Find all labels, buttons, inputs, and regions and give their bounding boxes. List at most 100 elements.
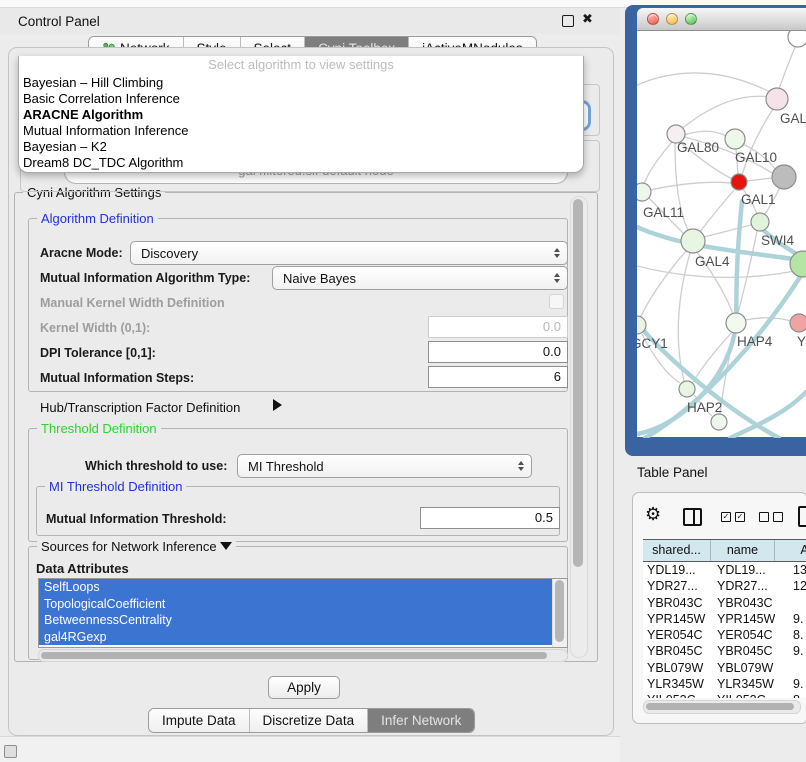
column-header-a[interactable]: A <box>775 540 806 561</box>
close-panel-button[interactable]: ✖ <box>582 11 593 27</box>
node-label-gal11: GAL11 <box>643 205 684 220</box>
table-cell: YIL052C <box>711 692 775 698</box>
network-canvas: GALGAL80GAL10GAL1GAL11SWI4GAL4GCY1HAP4YH… <box>637 31 806 438</box>
float-window-button[interactable] <box>562 15 574 27</box>
aracne-mode-value: Discovery <box>131 246 198 261</box>
settings-scrollbar-thumb[interactable] <box>573 199 583 567</box>
node-gal4[interactable] <box>681 229 705 253</box>
close-window-icon[interactable] <box>647 13 659 25</box>
attribute-item-gal4rgexp[interactable]: gal4RGexp <box>39 629 552 646</box>
attribute-item-topologicalcoefficient[interactable]: TopologicalCoefficient <box>39 596 552 613</box>
tab-discretize-data[interactable]: Discretize Data <box>249 709 368 732</box>
table-row[interactable]: YDR27...YDR27...12 <box>643 578 806 594</box>
table-row[interactable]: YBR045CYBR045C9. <box>643 643 806 659</box>
node-gal11[interactable] <box>637 183 651 201</box>
node-y[interactable] <box>790 314 806 332</box>
attribute-item-selfloops[interactable]: SelfLoops <box>39 579 552 596</box>
table-row[interactable]: YER054CYER054C8. <box>643 627 806 643</box>
node-gal[interactable] <box>766 88 788 110</box>
apply-button[interactable]: Apply <box>268 676 340 699</box>
table-hscrollbar[interactable] <box>643 700 801 714</box>
hub-definition-label[interactable]: Hub/Transcription Factor Definition <box>40 400 240 415</box>
node-label-gal10: GAL10 <box>735 150 777 165</box>
tab-infer-network[interactable]: Infer Network <box>367 709 474 732</box>
mi-steps-input[interactable]: 6 <box>428 366 568 388</box>
dpi-tolerance-input[interactable]: 0.0 <box>428 341 568 363</box>
network-canvas-container[interactable]: GALGAL80GAL10GAL1GAL11SWI4GAL4GCY1HAP4YH… <box>637 31 806 437</box>
zoom-window-icon[interactable] <box>685 13 697 25</box>
attribute-item-betweennesscentrality[interactable]: BetweennessCentrality <box>39 612 552 629</box>
table-row[interactable]: YDL19...YDL19...13 <box>643 562 806 578</box>
network-window-titlebar[interactable] <box>637 8 806 31</box>
table-cell <box>775 660 806 676</box>
data-attributes-list[interactable]: SelfLoopsTopologicalCoefficientBetweenne… <box>38 578 568 648</box>
table-cell: YER054C <box>711 627 775 643</box>
deselect-all-checkboxes-icon[interactable] <box>759 512 783 522</box>
tool-panel-icon[interactable] <box>4 745 17 758</box>
manual-kernel-width-checkbox[interactable] <box>549 294 564 309</box>
aracne-mode-label: Aracne Mode: <box>40 246 123 260</box>
node[interactable] <box>790 251 806 277</box>
table-row[interactable]: YBL079WYBL079W <box>643 660 806 676</box>
algorithm-option-bayesian-hill-climbing[interactable]: Bayesian – Hill Climbing <box>19 75 583 91</box>
algorithm-option-dream8-dc-tdc-algorithm[interactable]: Dream8 DC_TDC Algorithm <box>19 155 583 171</box>
node-gal10[interactable] <box>725 129 745 149</box>
table-cell: YER054C <box>643 627 711 643</box>
table-cell: YBR045C <box>711 643 775 659</box>
table-cell: YBR045C <box>643 643 711 659</box>
attributes-hscrollbar[interactable] <box>38 649 568 662</box>
collapse-arrow-icon[interactable] <box>220 542 232 550</box>
attributes-hscrollbar-thumb[interactable] <box>41 652 547 659</box>
node[interactable] <box>711 414 727 430</box>
table-row[interactable]: YIL052CYIL052C8. <box>643 692 806 698</box>
table-hscrollbar-thumb[interactable] <box>646 703 794 710</box>
table-row[interactable]: YBR043CYBR043C <box>643 595 806 611</box>
spinner-arrows-icon <box>554 248 560 258</box>
table-cell: YIL052C <box>643 692 711 698</box>
aracne-mode-select[interactable]: Discovery <box>130 241 568 265</box>
table-body: YDL19...YDL19...13YDR27...YDR27...12YBR0… <box>643 562 806 698</box>
table-cell: YDL19... <box>711 562 775 578</box>
node-hap4[interactable] <box>726 313 746 333</box>
table-cell: YBL079W <box>711 660 775 676</box>
algorithm-option-aracne-algorithm[interactable]: ARACNE Algorithm <box>19 107 583 123</box>
select-all-checkboxes-icon[interactable]: ✓✓ <box>721 512 745 522</box>
node-label-gal4: GAL4 <box>695 254 730 269</box>
threshold-definition-title: Threshold Definition <box>37 421 161 436</box>
node[interactable] <box>788 31 806 47</box>
columns-icon[interactable] <box>683 508 702 526</box>
network-window[interactable]: GALGAL80GAL10GAL1GAL11SWI4GAL4GCY1HAP4YH… <box>625 5 806 456</box>
node-hap2[interactable] <box>679 381 695 397</box>
settings-scrollbar[interactable] <box>570 196 588 658</box>
table-cell: 13 <box>775 562 806 578</box>
attributes-vscrollbar-thumb[interactable] <box>555 580 564 642</box>
new-table-icon[interactable] <box>798 506 806 527</box>
tab-impute-data[interactable]: Impute Data <box>149 709 249 732</box>
expand-arrow-icon[interactable] <box>273 399 282 411</box>
minimize-window-icon[interactable] <box>666 13 678 25</box>
algorithm-option-basic-correlation-inference[interactable]: Basic Correlation Inference <box>19 91 583 107</box>
column-header-name[interactable]: name <box>711 540 775 561</box>
gear-icon[interactable]: ⚙ <box>645 505 661 523</box>
algorithm-option-bayesian-k2[interactable]: Bayesian – K2 <box>19 139 583 155</box>
table-row[interactable]: YPR145WYPR145W9. <box>643 611 806 627</box>
bottom-tabbar: Impute DataDiscretize DataInfer Network <box>148 708 475 733</box>
algorithm-option-mutual-information-inference[interactable]: Mutual Information Inference <box>19 123 583 139</box>
algorithm-definition-title: Algorithm Definition <box>37 211 158 226</box>
node[interactable] <box>772 165 796 189</box>
node-label-gcy1: GCY1 <box>637 336 668 351</box>
node-swi4[interactable] <box>751 213 769 231</box>
mi-algorithm-type-select[interactable]: Naive Bayes <box>272 266 568 290</box>
table-cell: 9. <box>775 611 806 627</box>
node-label-hap2: HAP2 <box>687 400 722 415</box>
mi-threshold-input[interactable]: 0.5 <box>420 507 560 529</box>
which-threshold-select[interactable]: MI Threshold <box>237 454 532 478</box>
attributes-vscrollbar[interactable] <box>552 579 567 647</box>
dpi-tolerance-label: DPI Tolerance [0,1]: <box>40 346 156 360</box>
sources-title: Sources for Network Inference <box>37 539 236 554</box>
column-header-shared[interactable]: shared... <box>643 540 711 561</box>
kernel-width-input[interactable]: 0.0 <box>428 316 568 338</box>
mi-threshold-definition-title: MI Threshold Definition <box>45 479 186 494</box>
node-gal1[interactable] <box>731 174 747 190</box>
table-row[interactable]: YLR345WYLR345W9. <box>643 676 806 692</box>
